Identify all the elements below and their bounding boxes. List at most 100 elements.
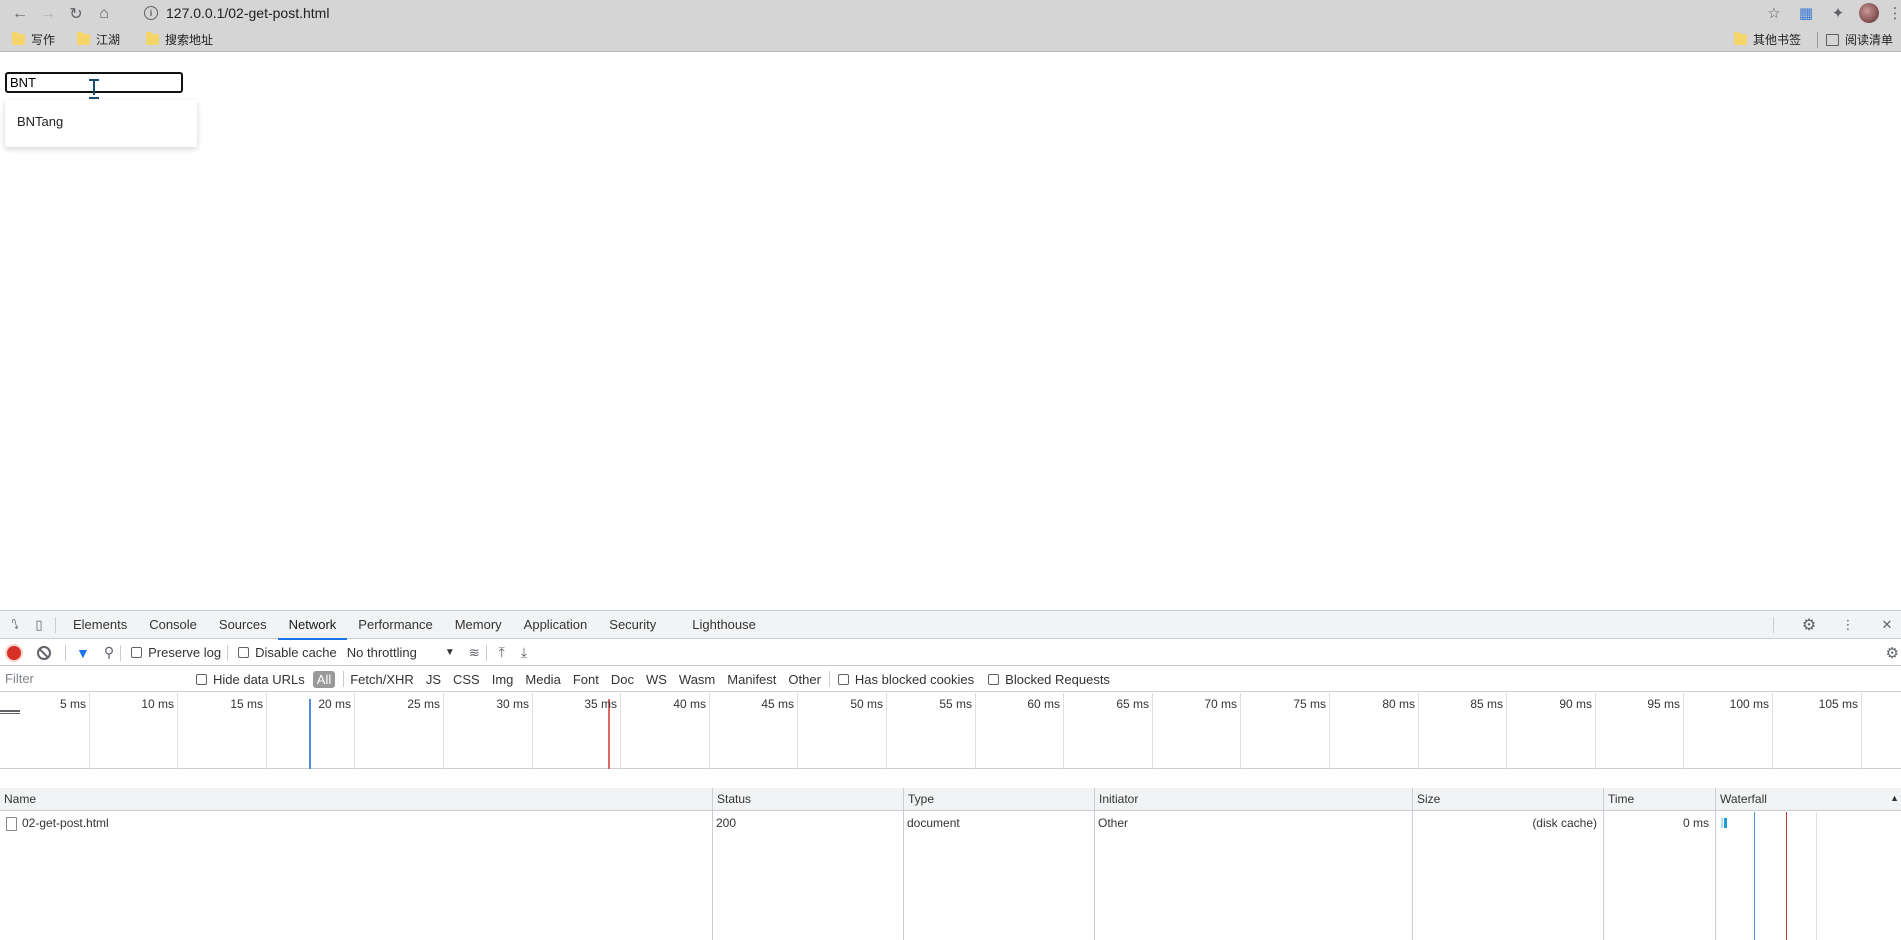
timeline-tick-label: 35 ms [584, 697, 617, 711]
timeline-tick [1152, 693, 1153, 769]
home-icon[interactable]: ⌂ [90, 2, 118, 26]
timeline-tick-label: 65 ms [1116, 697, 1149, 711]
site-info-icon[interactable]: i [144, 6, 158, 20]
timeline-tick-label: 15 ms [230, 697, 263, 711]
checkbox[interactable] [196, 673, 207, 685]
bookmark-star-icon[interactable]: ☆ [1763, 2, 1785, 24]
column-divider [712, 788, 713, 940]
checkbox[interactable] [837, 673, 849, 685]
address-bar[interactable]: i 127.0.0.1/02-get-post.html [144, 2, 329, 24]
filter-type-media[interactable]: Media [525, 672, 560, 687]
column-name[interactable]: Name [0, 788, 36, 811]
back-icon[interactable]: ← [6, 2, 34, 26]
filter-input[interactable]: Filter [5, 671, 185, 686]
divider [227, 644, 229, 661]
bookmarks-right: 其他书签 阅读清单 [1722, 27, 1901, 52]
filter-type-css[interactable]: CSS [453, 672, 480, 687]
column-waterfall[interactable]: Waterfall [1715, 788, 1901, 811]
tab-application[interactable]: Application [513, 611, 599, 639]
close-icon[interactable]: ✕ [1877, 615, 1897, 635]
table-row[interactable]: 02-get-post.html 200 document Other (dis… [0, 812, 1901, 834]
divider [485, 644, 487, 661]
cell-name[interactable]: 02-get-post.html [2, 812, 109, 834]
checkbox-label: Has blocked cookies [854, 671, 975, 687]
timeline-tick-label: 85 ms [1470, 697, 1503, 711]
column-divider [1412, 788, 1413, 940]
menu-dots-icon[interactable]: ⋮ [1888, 2, 1901, 24]
tab-elements[interactable]: Elements [62, 611, 138, 639]
extension-grid-icon[interactable]: ▦ [1795, 2, 1817, 24]
url-text[interactable]: 127.0.0.1/02-get-post.html [166, 5, 329, 21]
filter-type-doc[interactable]: Doc [611, 672, 634, 687]
timeline-tick [1063, 693, 1064, 769]
bookmark-item[interactable]: 江湖 [77, 31, 120, 48]
import-har-icon[interactable]: ⤒ [499, 644, 505, 661]
extensions-puzzle-icon[interactable]: ✦ [1827, 2, 1849, 24]
timeline-tick-label: 75 ms [1293, 697, 1326, 711]
folder-icon [77, 31, 91, 45]
network-conditions-icon[interactable]: ≋ [469, 645, 480, 661]
timeline-tick-label: 95 ms [1647, 697, 1680, 711]
filter-type-manifest[interactable]: Manifest [727, 672, 776, 687]
timeline-tick-label: 40 ms [673, 697, 706, 711]
reading-list[interactable]: 阅读清单 [1825, 31, 1893, 48]
filter-type-all[interactable]: All [312, 670, 336, 688]
devtools-tabs-right: ⚙ ⋮ ✕ [1767, 611, 1901, 639]
filter-icon[interactable]: ▼ [76, 645, 90, 661]
column-divider [903, 788, 904, 940]
profile-avatar[interactable] [1859, 3, 1879, 23]
gear-icon[interactable]: ⚙ [1799, 615, 1819, 635]
tab-memory[interactable]: Memory [444, 611, 513, 639]
timeline-tick-label: 30 ms [496, 697, 529, 711]
filter-type-font[interactable]: Font [573, 672, 599, 687]
record-icon[interactable] [7, 645, 21, 660]
timeline-overview[interactable]: 5 ms 10 ms 15 ms 20 ms 25 ms 30 ms 35 ms 40 ms 4… [0, 693, 1901, 769]
filter-type-fetch-xhr[interactable]: Fetch/XHR [350, 672, 414, 687]
timeline-tick [177, 693, 178, 769]
waterfall-request-bar [1724, 818, 1727, 828]
tab-performance[interactable]: Performance [347, 611, 443, 639]
checkbox[interactable] [988, 673, 1000, 685]
column-size[interactable]: Size [1412, 788, 1603, 811]
timeline-tick-label: 70 ms [1204, 697, 1237, 711]
column-type[interactable]: Type [903, 788, 1094, 811]
tab-lighthouse[interactable]: Lighthouse [681, 611, 767, 639]
filter-type-wasm[interactable]: Wasm [679, 672, 715, 687]
more-options-icon[interactable]: ⋮ [1838, 615, 1858, 635]
blocked-requests-checkbox[interactable]: Blocked Requests [988, 672, 1110, 687]
column-status[interactable]: Status [712, 788, 903, 811]
hide-data-urls-checkbox[interactable]: Hide data URLs [196, 672, 305, 687]
device-toolbar-icon[interactable]: ▯ [29, 615, 49, 635]
throttling-select[interactable]: No throttling ▼ [347, 645, 455, 660]
preserve-log-checkbox[interactable]: Preserve log [131, 645, 221, 660]
checkbox[interactable] [238, 647, 250, 658]
tab-security[interactable]: Security [598, 611, 667, 639]
suggestion-item[interactable]: BNTang [17, 114, 63, 129]
timeline-tick-label: 105 ms [1818, 697, 1858, 711]
network-settings-gear-icon[interactable]: ⚙ [1886, 644, 1899, 662]
filter-type-other[interactable]: Other [788, 672, 821, 687]
column-initiator[interactable]: Initiator [1094, 788, 1412, 811]
requests-table-header: Name Status Type Initiator Size Time Wat… [0, 788, 1901, 811]
timeline-tick [975, 693, 976, 769]
tab-sources[interactable]: Sources [208, 611, 278, 639]
filter-type-ws[interactable]: WS [646, 672, 667, 687]
filter-type-js[interactable]: JS [426, 672, 441, 687]
filter-type-img[interactable]: Img [492, 672, 514, 687]
column-time[interactable]: Time [1603, 788, 1715, 811]
export-har-icon[interactable]: ⤓ [521, 644, 527, 661]
other-bookmarks[interactable]: 其他书签 [1733, 31, 1801, 48]
tab-network[interactable]: Network [277, 611, 348, 640]
bookmark-item[interactable]: 搜索地址 [146, 31, 213, 48]
search-icon[interactable]: ⚲ [104, 644, 114, 661]
bookmark-item[interactable]: 写作 [12, 31, 55, 48]
inspect-element-icon[interactable]: ⭛ [5, 615, 25, 635]
checkbox[interactable] [131, 647, 143, 658]
has-blocked-cookies-checkbox[interactable]: Has blocked cookies [837, 671, 975, 687]
clear-icon[interactable] [37, 645, 51, 660]
disable-cache-checkbox[interactable]: Disable cache [238, 645, 337, 660]
tab-console[interactable]: Console [138, 611, 208, 639]
reload-icon[interactable]: ↻ [62, 2, 90, 26]
sort-triangle-icon[interactable]: ▲ [1890, 793, 1899, 803]
forward-icon[interactable]: → [34, 2, 62, 26]
